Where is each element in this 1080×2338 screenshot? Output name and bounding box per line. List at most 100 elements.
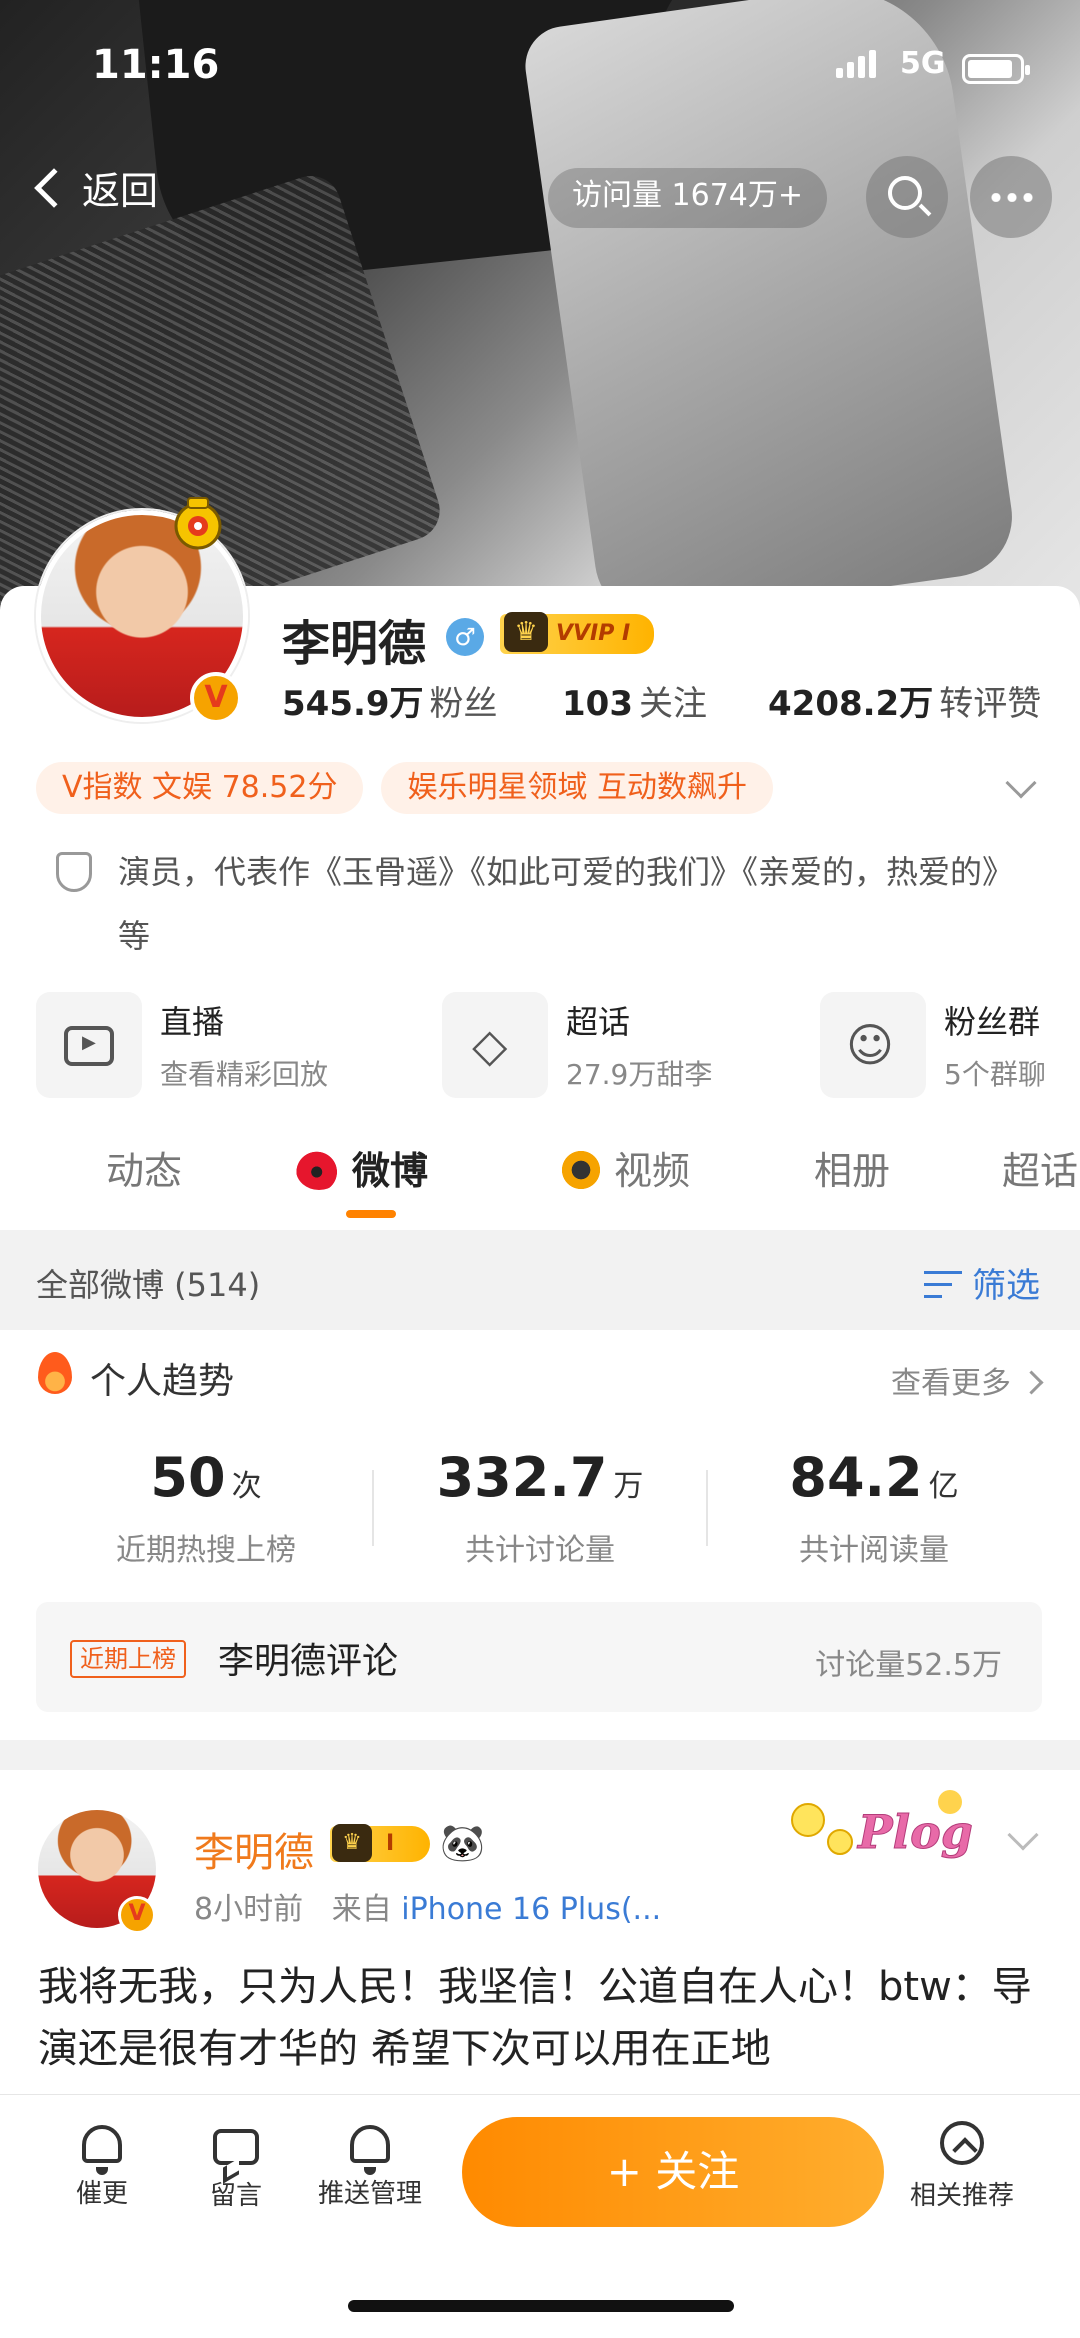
tab-weibo[interactable]: 微博 — [296, 1140, 428, 1195]
post-time: 8小时前 — [194, 1892, 304, 1927]
feature-title: 直播 — [160, 1003, 225, 1041]
hot-count: 讨论量52.5万 — [815, 1648, 1002, 1683]
back-button[interactable]: 返回 — [30, 160, 158, 215]
filter-button[interactable]: 筛选 — [924, 1258, 1040, 1307]
stat-value: 545.9万 — [282, 684, 424, 724]
post-vip-badge: ♛ I — [330, 1824, 430, 1862]
push-settings-button[interactable]: 推送管理 — [310, 2121, 430, 2210]
follow-button[interactable]: + 关注 — [462, 2117, 884, 2227]
more-button[interactable] — [970, 156, 1052, 238]
profile-name: 李明德 — [282, 616, 427, 672]
trend-unit: 万 — [613, 1469, 644, 1504]
tab-label: 微博 — [352, 1149, 429, 1193]
home-indicator — [348, 2300, 734, 2312]
tv-icon — [64, 1026, 114, 1066]
more-icon — [988, 193, 1036, 202]
avatar-decoration-icon — [174, 497, 222, 550]
vip-label: I — [386, 1831, 395, 1856]
message-icon — [213, 2129, 259, 2165]
tab-album[interactable]: 相册 — [814, 1140, 890, 1195]
battery-icon — [962, 54, 1030, 84]
post-source-prefix: 来自 — [331, 1892, 392, 1927]
plog-sticker-icon: Plog — [791, 1790, 973, 1860]
section-divider — [0, 1740, 1080, 1770]
feature-title: 超话 — [566, 1003, 631, 1041]
panda-emoji: 🐼 — [440, 1823, 485, 1864]
see-more-link[interactable]: 查看更多 — [891, 1358, 1040, 1402]
video-icon — [558, 1150, 604, 1190]
crown-icon: ♛ — [332, 1824, 372, 1862]
back-label: 返回 — [82, 169, 159, 213]
tab-video[interactable]: 视频 — [558, 1140, 690, 1195]
filter-label: 筛选 — [972, 1266, 1040, 1306]
trend-label: 共计讨论量 — [465, 1533, 615, 1568]
post-source[interactable]: iPhone 16 Plus(... — [401, 1892, 661, 1927]
stat-engagement[interactable]: 4208.2万 转评赞 — [768, 676, 1041, 725]
trend-value: 84.2 — [789, 1446, 923, 1509]
related-recommend-button[interactable]: 相关推荐 — [902, 2121, 1022, 2212]
tab-label: 视频 — [614, 1149, 691, 1193]
stat-followers[interactable]: 545.9万 粉丝 — [282, 676, 498, 725]
vip-label: VVIP I — [556, 621, 631, 646]
active-tab-indicator — [346, 1210, 396, 1218]
filter-bar: 全部微博 (514) 筛选 — [0, 1230, 1080, 1330]
feature-subtitle: 查看精彩回放 — [160, 1058, 329, 1091]
feature-row: 直播查看精彩回放 ◇ 超话 27.9万甜李 ☺ 粉丝群 5个群聊 — [36, 992, 1080, 1102]
search-icon — [888, 176, 922, 210]
tab-super-topic[interactable]: 超话 — [1002, 1140, 1078, 1195]
vip-badge[interactable]: ♛ VVIP I — [500, 612, 655, 654]
stat-following[interactable]: 103 关注 — [562, 676, 707, 725]
hot-topic: 李明德评论 — [218, 1641, 399, 1682]
top-navigation: 返回 访问量 1674万+ — [0, 150, 1080, 238]
weibo-icon — [296, 1150, 342, 1190]
chevron-up-circle-icon — [940, 2121, 984, 2165]
update-request-button[interactable]: 催更 — [42, 2121, 162, 2210]
network-type: 5G — [900, 46, 946, 81]
bottom-label: 留言 — [209, 2181, 262, 2211]
message-button[interactable]: 留言 — [176, 2121, 296, 2212]
trend-title: 个人趋势 — [90, 1361, 235, 1402]
stat-label: 转评赞 — [939, 684, 1042, 724]
tag-v-index[interactable]: V指数 文娱 78.52分 — [36, 762, 364, 814]
crown-icon: ♛ — [504, 612, 548, 652]
feature-fan-group[interactable]: ☺ 粉丝群 5个群聊 — [820, 992, 1046, 1098]
bell-settings-icon — [350, 2125, 390, 2175]
trend-unit: 次 — [231, 1469, 262, 1504]
plog-text: Plog — [856, 1805, 973, 1859]
visit-count: 访问量 1674万+ — [548, 168, 828, 228]
stat-label: 关注 — [638, 684, 707, 724]
search-button[interactable] — [866, 156, 948, 238]
bottom-label: 催更 — [75, 2179, 128, 2209]
feature-super-topic[interactable]: ◇ 超话 27.9万甜李 — [442, 992, 712, 1098]
stat-value: 4208.2万 — [768, 684, 934, 724]
hot-topic-row[interactable]: 近期上榜 李明德评论 讨论量52.5万 — [36, 1602, 1042, 1712]
stat-label: 粉丝 — [429, 684, 498, 724]
feature-live[interactable]: 直播查看精彩回放 — [36, 992, 328, 1098]
bio-text: 演员，代表作《玉骨遥》《如此可爱的我们》《亲爱的，热爱的》等 — [118, 853, 1015, 955]
tab-feed[interactable]: 动态 — [106, 1140, 182, 1195]
bell-icon — [82, 2125, 122, 2175]
status-bar: 11:16 5G — [0, 0, 1080, 130]
trend-unit: 亿 — [928, 1469, 959, 1504]
trend-label: 共计阅读量 — [799, 1533, 949, 1568]
tag-domain[interactable]: 娱乐明星领域 互动数飙升 — [381, 762, 774, 814]
post-card: V 李明德 ♛ I 🐼 8小时前 来自 iPhone 16 Plus(... Pl… — [0, 1770, 1080, 2100]
all-posts-count: 全部微博 (514) — [36, 1266, 261, 1304]
trend-stat-reads: 84.2 亿 共计阅读量 — [724, 1446, 1024, 1569]
personal-trend: 个人趋势 查看更多 50 次 近期热搜上榜 332.7 万 共计讨论量 84.2 亿 … — [0, 1330, 1080, 1740]
bottom-label: 推送管理 — [317, 2179, 422, 2209]
chevron-down-icon[interactable] — [1007, 1819, 1039, 1851]
content-tabs: 动态 微博 视频 相册 超话 — [0, 1112, 1080, 1224]
profile-tags: V指数 文娱 78.52分 娱乐明星领域 互动数飙升 — [36, 762, 774, 814]
diamond-icon: ◇ — [472, 1018, 508, 1072]
gender-male-icon: ♂ — [446, 618, 484, 656]
trend-stat-discussion: 332.7 万 共计讨论量 — [390, 1446, 690, 1569]
verified-badge: V — [118, 1896, 156, 1934]
signal-icon — [836, 50, 880, 78]
status-time: 11:16 — [92, 42, 220, 88]
trend-value: 332.7 — [436, 1446, 608, 1509]
feature-title: 粉丝群 — [944, 1003, 1041, 1041]
stat-value: 103 — [562, 684, 633, 724]
post-author[interactable]: 李明德 — [194, 1820, 314, 1878]
post-content[interactable]: 我将无我，只为人民！我坚信！公道自在人心！btw：导演还是很有才华的 希望下次可… — [38, 1956, 1048, 2080]
